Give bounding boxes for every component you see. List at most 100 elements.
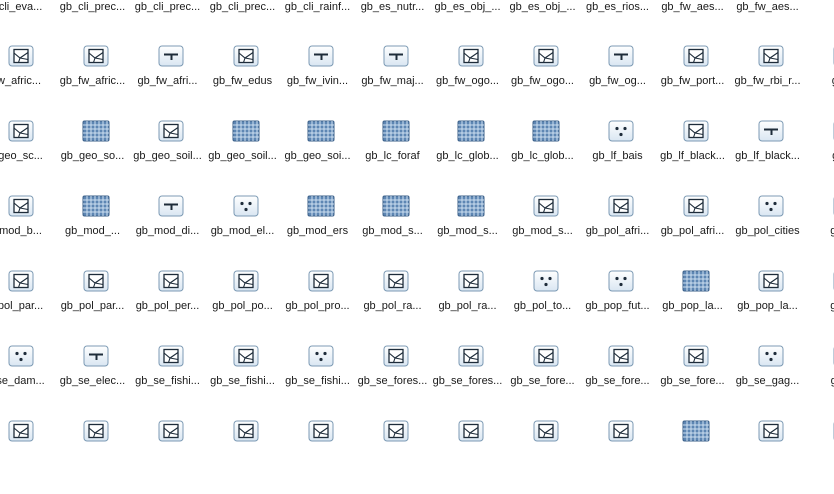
file-item[interactable]: gb_mod_s... — [505, 194, 580, 269]
file-item[interactable]: gb_fw_port... — [655, 44, 730, 119]
file-item[interactable]: gb_s — [805, 344, 834, 419]
file-name-label: gb_pol_per... — [135, 300, 200, 312]
file-item[interactable]: gb_pol_cities — [730, 194, 805, 269]
file-item[interactable]: gb_p — [805, 194, 834, 269]
file-item[interactable]: gb_pol_afri... — [655, 194, 730, 269]
file-item[interactable] — [355, 419, 430, 494]
file-item[interactable] — [730, 419, 805, 494]
file-item[interactable] — [805, 0, 834, 45]
file-item[interactable]: gb_fw_afri... — [130, 44, 205, 119]
file-name-label: gb_fw_og... — [589, 75, 646, 87]
file-item[interactable]: gb_se_gag... — [730, 344, 805, 419]
file-item[interactable]: gb_mod_el... — [205, 194, 280, 269]
polygon-shapefile-icon — [381, 269, 411, 293]
file-item[interactable]: gb_pol_ra... — [430, 269, 505, 344]
file-item[interactable]: gb_l — [805, 119, 834, 194]
file-item[interactable]: gb_mod_... — [55, 194, 130, 269]
file-item[interactable]: _geo_sc... — [0, 119, 55, 194]
file-item[interactable] — [280, 419, 355, 494]
file-item[interactable] — [805, 419, 834, 494]
raster-icon — [306, 194, 336, 218]
file-item[interactable]: gb_cli_prec... — [130, 0, 205, 45]
file-item[interactable]: gb_pop_la... — [655, 269, 730, 344]
file-item[interactable]: gb_se_fore... — [655, 344, 730, 419]
line-shapefile-icon — [81, 344, 111, 368]
file-item[interactable]: gb_fw_maj... — [355, 44, 430, 119]
file-item[interactable] — [205, 419, 280, 494]
file-item[interactable]: gb_es_nutr... — [355, 0, 430, 45]
file-item[interactable]: gb_cli_prec... — [205, 0, 280, 45]
file-item[interactable]: _pol_par... — [0, 269, 55, 344]
file-item[interactable] — [0, 419, 55, 494]
file-item[interactable]: gb_pop_fut... — [580, 269, 655, 344]
file-item[interactable]: gb_fw_aes... — [730, 0, 805, 45]
file-item[interactable]: gb_geo_soil... — [205, 119, 280, 194]
file-item[interactable]: gb_geo_soi... — [280, 119, 355, 194]
file-name-label: gb_mod_... — [64, 225, 121, 237]
file-item[interactable]: gb_fw_edus — [205, 44, 280, 119]
point-shapefile-icon — [6, 344, 36, 368]
polygon-shapefile-icon — [381, 344, 411, 368]
file-item[interactable] — [430, 419, 505, 494]
file-item[interactable] — [505, 419, 580, 494]
file-item[interactable]: gb_p — [805, 269, 834, 344]
file-item[interactable]: gb_mod_s... — [430, 194, 505, 269]
file-item[interactable]: gb_se_fores... — [430, 344, 505, 419]
polygon-shapefile-icon — [81, 269, 111, 293]
file-item[interactable]: gb_se_fore... — [505, 344, 580, 419]
file-item[interactable]: gb_es_obj_... — [505, 0, 580, 45]
file-item[interactable]: gb_fw_rbi_r... — [730, 44, 805, 119]
file-item[interactable]: gb_pop_la... — [730, 269, 805, 344]
file-item[interactable]: gb_se_fore... — [580, 344, 655, 419]
file-item[interactable]: _mod_b... — [0, 194, 55, 269]
raster-icon — [681, 269, 711, 293]
file-item[interactable]: gb_mod_di... — [130, 194, 205, 269]
file-item[interactable]: gb_lf_black... — [730, 119, 805, 194]
file-item[interactable]: gb_es_rios... — [580, 0, 655, 45]
file-item[interactable]: gb_se_fishi... — [280, 344, 355, 419]
file-name-label: gb_pol_ra... — [363, 300, 422, 312]
file-item[interactable]: gb_se_fishi... — [205, 344, 280, 419]
file-item[interactable]: gb_se_fishi... — [130, 344, 205, 419]
file-item[interactable]: gb_se_elec... — [55, 344, 130, 419]
file-item[interactable]: gb_lf_bais — [580, 119, 655, 194]
file-item[interactable]: gb_pol_pro... — [280, 269, 355, 344]
file-item[interactable]: gb_lf_black... — [655, 119, 730, 194]
file-item[interactable]: gb_pol_afri... — [580, 194, 655, 269]
file-item[interactable]: gb_pol_per... — [130, 269, 205, 344]
file-item[interactable]: gb_fw_afric... — [55, 44, 130, 119]
file-item[interactable]: gb_se_fores... — [355, 344, 430, 419]
file-item[interactable]: gb_pol_ra... — [355, 269, 430, 344]
file-item[interactable]: gb_lc_foraf — [355, 119, 430, 194]
file-item[interactable] — [130, 419, 205, 494]
file-item[interactable]: gb_fw_ivin... — [280, 44, 355, 119]
file-name-label: gb_es_obj_... — [434, 1, 501, 13]
polygon-shapefile-icon — [531, 194, 561, 218]
file-item[interactable] — [580, 419, 655, 494]
file-item[interactable]: gb_geo_so... — [55, 119, 130, 194]
file-name-label: gb_cli_prec... — [209, 1, 276, 13]
file-item[interactable]: gb_cli_prec... — [55, 0, 130, 45]
file-item[interactable]: gb_fw_og... — [580, 44, 655, 119]
file-item[interactable]: _se_dam... — [0, 344, 55, 419]
file-item[interactable]: gb_fw_aes... — [655, 0, 730, 45]
file-item[interactable]: gb_fw_ogo... — [505, 44, 580, 119]
file-item[interactable]: gb_pol_to... — [505, 269, 580, 344]
file-item[interactable]: gb_es_obj_... — [430, 0, 505, 45]
file-item[interactable]: gb_mod_s... — [355, 194, 430, 269]
polygon-shapefile-icon — [456, 419, 486, 443]
file-item[interactable]: gb_lc_glob... — [505, 119, 580, 194]
file-item[interactable]: gb_pol_par... — [55, 269, 130, 344]
file-item[interactable]: gb_mod_ers — [280, 194, 355, 269]
file-item[interactable]: gb_lc_glob... — [430, 119, 505, 194]
file-item[interactable] — [55, 419, 130, 494]
file-item[interactable]: gb_fw_ogo... — [430, 44, 505, 119]
file-item[interactable]: gb_cli_rainf... — [280, 0, 355, 45]
file-item[interactable]: gb_f — [805, 44, 834, 119]
file-item[interactable]: _cli_eva... — [0, 0, 55, 45]
file-item[interactable]: gb_geo_soil... — [130, 119, 205, 194]
file-item[interactable]: fw_afric... — [0, 44, 55, 119]
file-item[interactable] — [655, 419, 730, 494]
file-name-label: gb_mod_s... — [512, 225, 573, 237]
file-item[interactable]: gb_pol_po... — [205, 269, 280, 344]
